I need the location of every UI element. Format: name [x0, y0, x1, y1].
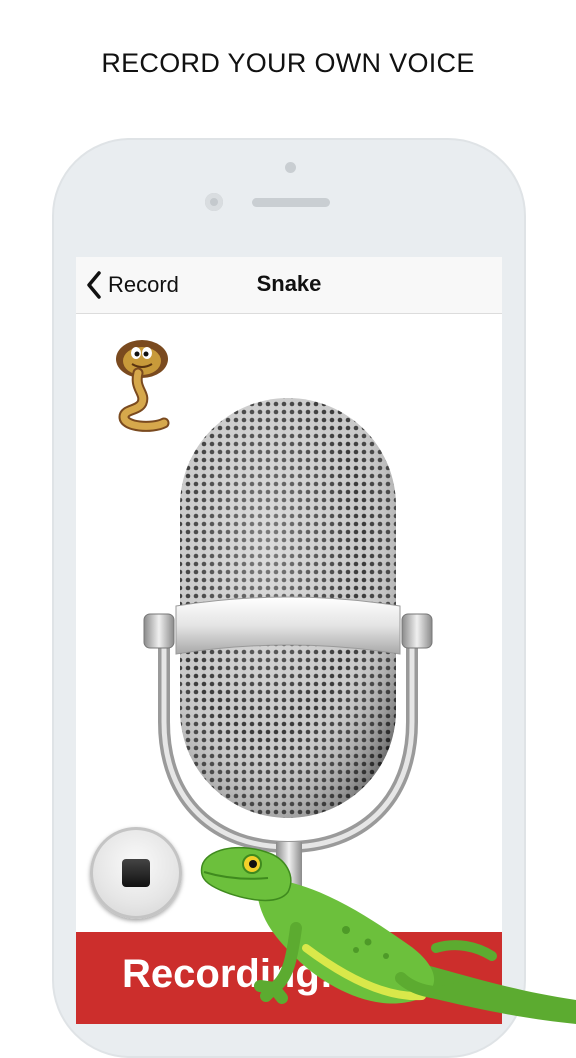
front-camera [205, 193, 223, 211]
stop-button[interactable] [90, 827, 182, 919]
page-headline: RECORD YOUR OWN VOICE [101, 48, 475, 78]
page-title: Snake [256, 271, 322, 296]
lizard-icon [200, 846, 576, 1024]
stop-icon [122, 859, 150, 887]
earpiece-speaker [252, 198, 330, 207]
navigation-bar: Record Snake [76, 257, 502, 314]
proximity-sensor [285, 162, 296, 173]
